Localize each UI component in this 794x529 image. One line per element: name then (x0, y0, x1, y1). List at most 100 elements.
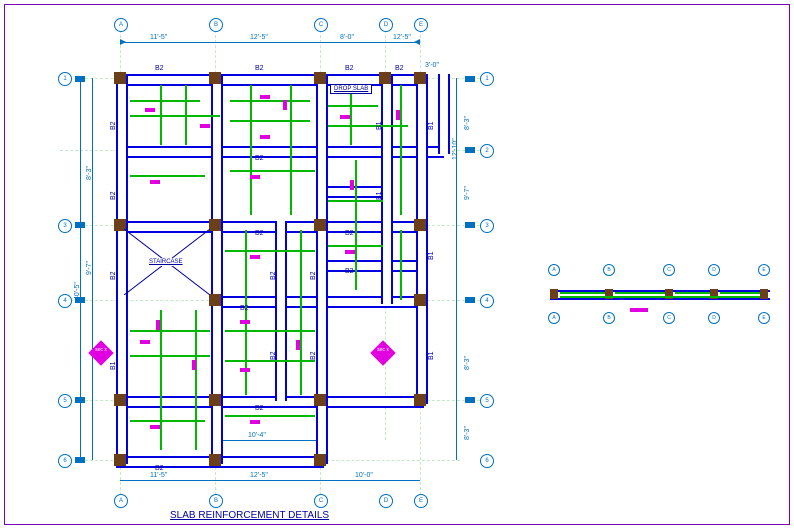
beam-mid2 (320, 260, 420, 272)
beam-label: B2 (255, 230, 264, 237)
column (414, 294, 426, 306)
dim-BC-top: 12'-5" (250, 34, 268, 41)
rebar-tag (260, 135, 270, 139)
section-grid-E: E (758, 264, 770, 276)
section-grid-E-b: E (758, 312, 770, 324)
section-grid-B-b: B (603, 312, 615, 324)
beam-label: B2 (155, 465, 164, 472)
rebar-tag (350, 180, 354, 190)
dim-CD-top: 8'-0" (340, 34, 354, 41)
grid-col-A-bot: A (114, 494, 128, 508)
dim-left-12: 8'-3" (86, 166, 93, 180)
drawing-canvas: A B C D E A B C D E 1 3 4 5 6 1 2 3 4 5 … (0, 0, 794, 529)
grid-row-6-r: 6 (480, 454, 494, 468)
column (414, 394, 426, 406)
beam-label: B2 (110, 121, 117, 130)
rebar-tag (150, 180, 160, 184)
rebar (355, 160, 357, 290)
section-grid-C-b: C (663, 312, 675, 324)
column (314, 219, 326, 231)
rebar-tag (260, 95, 270, 99)
grid-col-B-bot: B (209, 494, 223, 508)
beam-label: B1 (428, 251, 435, 260)
section-rebar (560, 292, 605, 294)
beam-label: B2 (310, 351, 317, 360)
dim-mid-text: 10'-4" (248, 432, 266, 439)
rebar (230, 100, 310, 102)
rebar (225, 415, 315, 417)
grid-row-6-l: 6 (58, 454, 72, 468)
column (414, 219, 426, 231)
section-grid-D: D (708, 264, 720, 276)
column (314, 72, 326, 84)
rebar (130, 115, 220, 117)
grid-col-C-top: C (314, 18, 328, 32)
rebar-tag (200, 124, 210, 128)
rebar (160, 310, 162, 450)
rebar-tag (145, 108, 155, 112)
section-marker-left: sec x (88, 340, 114, 366)
dim-r-ext: 12'-10" (452, 138, 459, 160)
rebar (130, 175, 205, 177)
rebar-tag (192, 360, 196, 370)
column (314, 394, 326, 406)
section-rebar (675, 292, 710, 294)
section-rebar (615, 292, 665, 294)
section-tag (630, 308, 648, 312)
flag (465, 76, 475, 82)
grid-row-4-r: 4 (480, 294, 494, 308)
dim-BC-bot: 12'-5" (250, 472, 268, 479)
beam-label: B2 (255, 155, 264, 162)
dim-r23: 9'-7" (464, 186, 471, 200)
beam-label: B2 (240, 305, 249, 312)
section-grid-B: B (603, 264, 615, 276)
section-rebar (560, 296, 760, 298)
beam-label: B2 (110, 271, 117, 280)
section-col (550, 289, 558, 299)
rebar (300, 230, 302, 395)
rebar-tag (140, 340, 150, 344)
rebar-tag (150, 425, 160, 429)
flag (465, 397, 475, 403)
column (209, 72, 221, 84)
rebar (195, 310, 197, 450)
beam-label: B2 (155, 65, 164, 72)
rebar-tag (345, 250, 355, 254)
rebar (230, 120, 310, 122)
beam-D (381, 74, 393, 304)
rebar (328, 105, 378, 107)
grid-row-4-l: 4 (58, 294, 72, 308)
dim-CE-bot: 10'-0" (355, 472, 373, 479)
dim-r12: 8'-3" (464, 116, 471, 130)
grid-row-5-l: 5 (58, 394, 72, 408)
rebar (250, 85, 252, 215)
rebar (130, 420, 205, 422)
dim-left-total-text: 40'-5" (74, 282, 81, 300)
beam-ext (438, 74, 450, 154)
dim-DE-top: 12'-5" (393, 34, 411, 41)
rebar (185, 85, 187, 145)
grid-row-3-l: 3 (58, 219, 72, 233)
dim-r56: 8'-3" (464, 426, 471, 440)
beam-label: B1 (376, 121, 383, 130)
dim-r45: 8'-3" (464, 356, 471, 370)
grid-col-E-bot: E (414, 494, 428, 508)
rebar (130, 330, 210, 332)
column (114, 454, 126, 466)
rebar-tag (296, 340, 300, 350)
section-rebar (720, 292, 760, 294)
grid-row-2-r: 2 (480, 144, 494, 158)
rebar-tag (283, 100, 287, 110)
section-marker-right: sec x (370, 340, 396, 366)
beam-label: B2 (255, 65, 264, 72)
grid-col-D-top: D (379, 18, 393, 32)
rebar-tag (250, 175, 260, 179)
drop-slab-label: DROP SLAB (330, 84, 372, 94)
grid-col-E-top: E (414, 18, 428, 32)
rebar (290, 85, 292, 215)
column (414, 72, 426, 84)
beam-5 (116, 396, 424, 408)
dim-arrow (120, 39, 126, 45)
beam-label: B2 (255, 405, 264, 412)
dim-left-24: 9'-7" (86, 261, 93, 275)
